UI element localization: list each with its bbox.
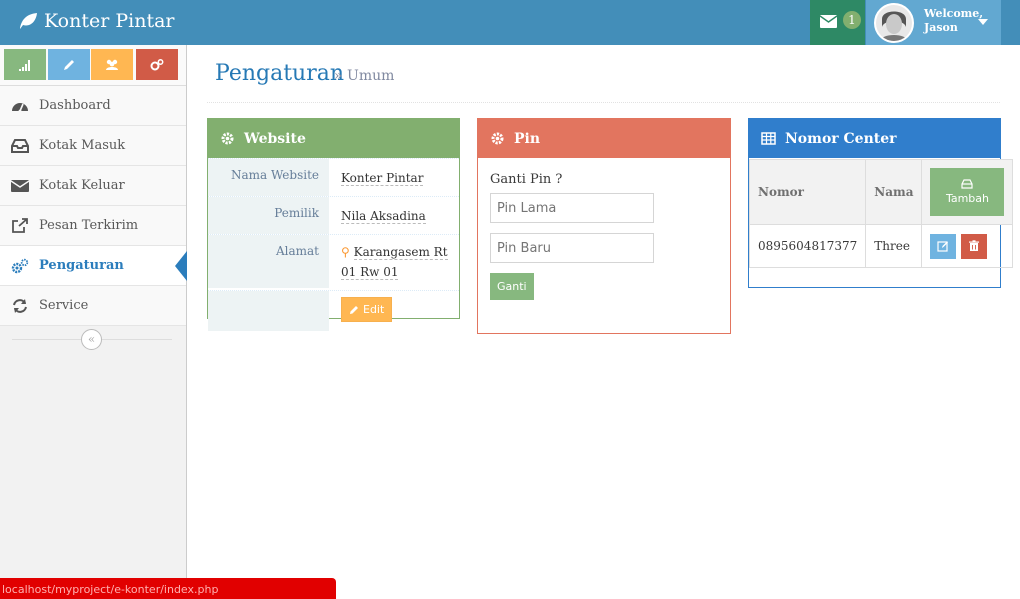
sidebar-item-dashboard[interactable]: Dashboard [0, 86, 186, 126]
pencil-icon [64, 59, 74, 70]
old-pin-input[interactable] [490, 193, 654, 223]
nomor-center-widget-header: Nomor Center [749, 119, 1000, 158]
avatar [874, 3, 914, 43]
sidebar-item-label: Pesan Terkirim [39, 218, 139, 233]
edit-row-button[interactable] [930, 233, 957, 259]
sidebar-item-label: Pengaturan [39, 258, 124, 273]
messages-button[interactable]: 1 [810, 0, 865, 45]
profile-label: Nama Website [208, 159, 329, 196]
new-pin-input[interactable] [490, 233, 654, 263]
gear-icon [491, 132, 504, 145]
profile-row-nama-website: Nama Website Konter Pintar [208, 158, 459, 196]
refresh-icon [10, 298, 30, 314]
shortcut-users-button[interactable] [91, 49, 133, 80]
cell-nomor: 0895604817377 [748, 224, 867, 268]
profile-label: Alamat [208, 235, 329, 288]
profile-value-pemilik[interactable]: Nila Aksadina [341, 209, 426, 224]
nomor-center-table: Nomor Nama Tambah 0895604817377 Three [748, 159, 1014, 268]
welcome-text: Welcome, Jason [924, 7, 984, 34]
leaf-icon [20, 13, 37, 29]
column-header-nama: Nama [865, 159, 923, 225]
pin-widget-header: Pin [478, 119, 730, 158]
signal-icon [19, 59, 30, 71]
inbox-icon [10, 138, 30, 154]
top-navbar: Konter Pintar 1 Welcome, Jason [0, 0, 1020, 45]
sidebar-item-service[interactable]: Service [0, 286, 186, 326]
user-menu-button[interactable]: Welcome, Jason [866, 0, 1001, 45]
map-marker-icon: ⚲ [341, 245, 350, 259]
user-name: Jason [924, 21, 958, 34]
external-link-icon [10, 217, 30, 234]
sidebar-item-kotak-keluar[interactable]: Kotak Keluar [0, 166, 186, 206]
profile-row-pemilik: Pemilik Nila Aksadina [208, 196, 459, 234]
brand-name: Konter Pintar [44, 10, 175, 32]
shortcut-settings-button[interactable] [136, 49, 178, 80]
change-pin-button[interactable]: Ganti [490, 273, 534, 300]
page-header: Pengaturan » Umum [207, 55, 1000, 103]
shortcut-edit-button[interactable] [48, 49, 90, 80]
sidebar-item-pesan-terkirim[interactable]: Pesan Terkirim [0, 206, 186, 246]
add-nomor-button[interactable]: Tambah [930, 168, 1005, 216]
brand[interactable]: Konter Pintar [18, 10, 175, 32]
page-subtitle: » Umum [334, 68, 395, 84]
nomor-center-widget-title: Nomor Center [785, 130, 897, 147]
profile-value-alamat[interactable]: Karangasem Rt 01 Rw 01 [341, 245, 448, 280]
column-header-nomor: Nomor [748, 159, 867, 225]
dashboard-icon [10, 98, 30, 114]
hdd-icon [961, 179, 974, 189]
table-header-row: Nomor Nama Tambah [748, 159, 1014, 225]
messages-badge: 1 [843, 11, 861, 29]
users-icon [106, 59, 118, 70]
browser-status-url: localhost/myproject/e-konter/index.php [0, 578, 336, 599]
cogs-icon [150, 58, 164, 70]
cell-nama: Three [865, 224, 923, 268]
delete-row-button[interactable] [961, 233, 988, 259]
gear-icon [221, 132, 234, 145]
edit-website-button[interactable]: Edit [341, 297, 393, 322]
sidebar: Dashboard Kotak Masuk Kotak Keluar Pesan… [0, 45, 187, 599]
website-widget: Website Nama Website Konter Pintar Pemil… [207, 118, 460, 331]
sidebar-collapse-bar: « [0, 326, 186, 352]
table-row: 0895604817377 Three [748, 224, 1014, 268]
sidebar-nav: Dashboard Kotak Masuk Kotak Keluar Pesan… [0, 86, 187, 326]
sidebar-item-label: Kotak Masuk [39, 138, 126, 153]
nomor-center-widget: Nomor Center Nomor Nama Tambah 089560481… [748, 118, 1014, 288]
sidebar-shortcuts [0, 45, 186, 86]
profile-label: Pemilik [208, 197, 329, 234]
pin-widget: Pin Ganti Pin ? Ganti [477, 118, 731, 334]
profile-row-alamat: Alamat ⚲ Karangasem Rt 01 Rw 01 [208, 234, 459, 290]
pin-widget-title: Pin [514, 130, 541, 147]
sidebar-item-label: Service [39, 298, 89, 313]
table-icon [761, 132, 776, 145]
sidebar-item-label: Dashboard [39, 98, 111, 113]
pin-question-label: Ganti Pin ? [490, 172, 563, 187]
pencil-icon [350, 305, 358, 314]
website-widget-title: Website [244, 130, 306, 147]
sidebar-item-kotak-masuk[interactable]: Kotak Masuk [0, 126, 186, 166]
website-widget-header: Website [208, 119, 459, 158]
caret-down-icon [978, 19, 988, 25]
profile-label-empty [208, 291, 329, 331]
sidebar-collapse-button[interactable]: « [81, 329, 102, 350]
envelope-icon [820, 15, 837, 28]
edit-icon [937, 241, 949, 252]
envelope-icon [10, 178, 30, 194]
sidebar-item-pengaturan[interactable]: Pengaturan [0, 246, 187, 286]
page-title: Pengaturan [215, 61, 345, 86]
profile-row-actions: Edit [208, 290, 459, 331]
profile-value-nama-website[interactable]: Konter Pintar [341, 171, 424, 186]
trash-icon [969, 240, 980, 251]
shortcut-stats-button[interactable] [4, 49, 46, 80]
sidebar-item-label: Kotak Keluar [39, 178, 125, 193]
cogs-icon [10, 258, 30, 274]
